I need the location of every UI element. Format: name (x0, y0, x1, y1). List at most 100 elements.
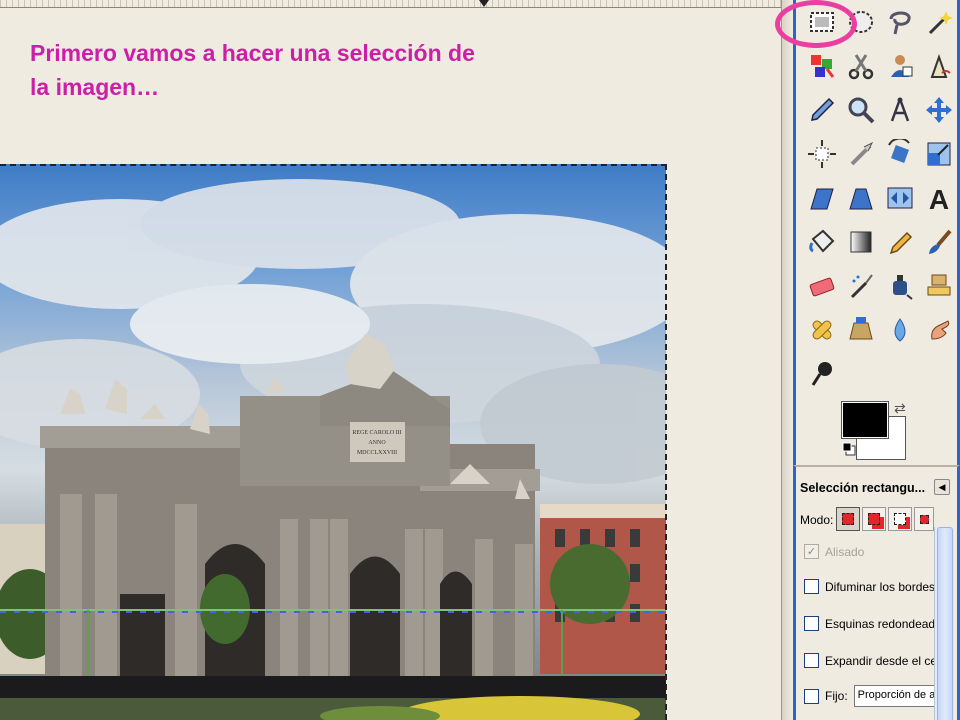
eraser-tool[interactable] (802, 266, 841, 310)
pencil-tool[interactable] (880, 222, 919, 266)
dodge-burn-tool[interactable] (802, 354, 841, 398)
image-canvas[interactable]: REGE CAROLO III ANNO MDCCLXXVIII (0, 164, 666, 720)
rotate-tool[interactable] (880, 134, 919, 178)
zoom-tool[interactable] (841, 90, 880, 134)
paths-tool[interactable] (919, 46, 958, 90)
bandage-icon (807, 315, 837, 350)
blend-tool[interactable] (841, 222, 880, 266)
scale-icon (924, 139, 954, 174)
scissors-icon (846, 51, 876, 86)
move-arrows-icon (924, 95, 954, 130)
fuzzy-select-tool[interactable] (919, 2, 958, 46)
measure-tool[interactable] (880, 90, 919, 134)
color-picker-tool[interactable] (802, 90, 841, 134)
swap-colors-icon[interactable]: ⇄ (894, 400, 906, 417)
feather-option[interactable]: Difuminar los bordes (804, 579, 935, 594)
perspective-clone-tool[interactable] (841, 310, 880, 354)
eyedropper-icon (807, 95, 837, 130)
toolbox-panel: A (793, 0, 960, 465)
shear-icon (807, 183, 837, 218)
fixed-checkbox[interactable] (804, 688, 819, 704)
dodge-burn-icon (807, 359, 837, 394)
svg-text:A: A (928, 184, 948, 213)
panel-menu-button[interactable]: ◀ (934, 479, 950, 495)
shear-tool[interactable] (802, 178, 841, 222)
align-icon (807, 139, 837, 174)
scissors-tool[interactable] (841, 46, 880, 90)
ink-tool[interactable] (880, 266, 919, 310)
tool-options-panel: Selección rectangu... ◀ Modo: ✓ Alisado … (793, 465, 960, 720)
clone-stamp-icon (924, 271, 954, 306)
fixed-option[interactable]: Fijo: Proporción de a (804, 685, 938, 707)
crop-knife-icon (846, 139, 876, 174)
rounded-corners-checkbox[interactable] (804, 616, 819, 631)
fixed-label: Fijo: (825, 689, 848, 703)
text-a-icon: A (924, 183, 954, 218)
perspective-clone-icon (846, 315, 876, 350)
scale-tool[interactable] (919, 134, 958, 178)
airbrush-tool[interactable] (841, 266, 880, 310)
mode-intersect-button[interactable] (914, 507, 934, 531)
crop-tool[interactable] (841, 134, 880, 178)
flip-tool[interactable] (880, 178, 919, 222)
caption-line-1: Primero vamos a hacer una selección de (30, 40, 475, 66)
feather-checkbox[interactable] (804, 579, 819, 594)
rotate-icon (885, 137, 915, 174)
ruler-position-marker (479, 0, 489, 7)
mode-subtract-button[interactable] (888, 507, 912, 531)
canvas-edge (781, 0, 793, 720)
expand-center-checkbox[interactable] (804, 653, 819, 668)
mode-add-button[interactable] (862, 507, 886, 531)
align-tool[interactable] (802, 134, 841, 178)
horizontal-ruler (0, 0, 782, 8)
water-drop-icon (885, 315, 915, 350)
inscription-line-1: REGE CAROLO III (352, 430, 401, 436)
antialias-label: Alisado (825, 544, 865, 559)
paintbrush-icon (924, 227, 954, 262)
foreground-select-tool[interactable] (880, 46, 919, 90)
smudge-finger-icon (924, 315, 954, 350)
rounded-corners-option[interactable]: Esquinas redondeada (804, 616, 942, 631)
smudge-tool[interactable] (919, 310, 958, 354)
foreground-fence (0, 676, 666, 720)
default-colors-icon[interactable] (842, 442, 856, 456)
clone-tool[interactable] (919, 266, 958, 310)
paint-bucket-icon (807, 227, 837, 262)
scrollbar-thumb[interactable] (937, 527, 953, 720)
tutorial-caption: Primero vamos a hacer una selección de l… (30, 36, 670, 104)
move-tool[interactable] (919, 90, 958, 134)
heal-tool[interactable] (802, 310, 841, 354)
feather-label: Difuminar los bordes (825, 579, 936, 594)
expand-center-option[interactable]: Expandir desde el cer (804, 653, 941, 668)
caption-line-2: la imagen… (30, 74, 160, 100)
lasso-icon (885, 7, 915, 42)
gradient-icon (846, 227, 876, 262)
tool-options-title: Selección rectangu... (800, 481, 926, 495)
foreground-select-icon (885, 51, 915, 86)
fixed-mode-combo[interactable]: Proporción de a (853, 685, 938, 707)
antialias-option[interactable]: ✓ Alisado (804, 544, 864, 559)
color-select-tool[interactable] (802, 46, 841, 90)
bucket-fill-tool[interactable] (802, 222, 841, 266)
tool-grid: A (802, 2, 958, 398)
airbrush-icon (846, 271, 876, 306)
foreground-color-swatch[interactable] (841, 401, 889, 439)
color-area[interactable]: ⇄ (838, 398, 914, 462)
paths-pen-icon (924, 51, 954, 86)
text-tool[interactable]: A (919, 178, 958, 222)
perspective-tool[interactable] (841, 178, 880, 222)
mode-replace-button[interactable] (836, 507, 860, 531)
free-select-tool[interactable] (880, 2, 919, 46)
blur-sharpen-tool[interactable] (880, 310, 919, 354)
ink-bottle-icon (885, 271, 915, 306)
puerta-de-alcala-photo: REGE CAROLO III ANNO MDCCLXXVIII (0, 179, 666, 720)
select-by-color-icon (807, 51, 837, 86)
expand-center-label: Expandir desde el cer (825, 653, 942, 668)
mode-label: Modo: (800, 513, 834, 527)
paintbrush-tool[interactable] (919, 222, 958, 266)
options-scrollbar[interactable] (934, 527, 954, 720)
inscription-line-3: MDCCLXXVIII (357, 450, 397, 456)
antialias-checkbox[interactable]: ✓ (804, 544, 819, 559)
flip-icon (885, 183, 915, 218)
magnifier-icon (846, 95, 876, 130)
